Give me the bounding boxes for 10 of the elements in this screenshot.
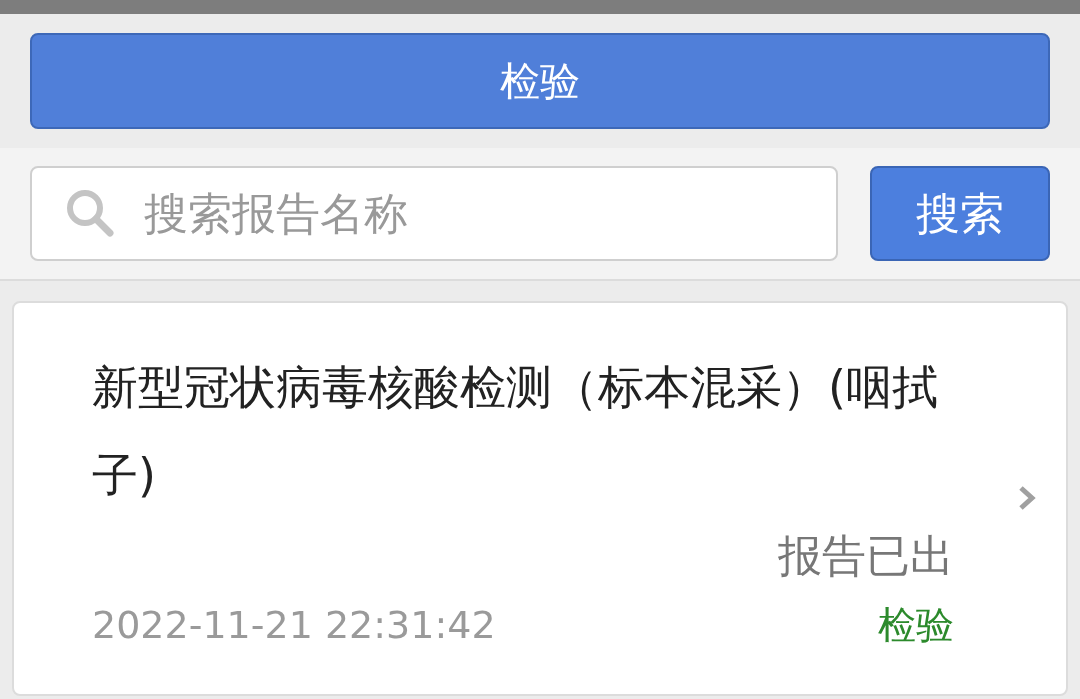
report-card[interactable]: 新型冠状病毒核酸检测（标本混采）(咽拭子) 报告已出 2022-11-21 22:31:42 检验 bbox=[12, 301, 1068, 696]
search-icon bbox=[64, 187, 116, 239]
header-title-bar: 检验 bbox=[30, 33, 1050, 129]
search-button[interactable]: 搜索 bbox=[870, 166, 1050, 261]
report-time: 2022-11-21 22:31:42 bbox=[92, 602, 496, 649]
chevron-right-icon bbox=[1018, 485, 1036, 511]
report-category: 检验 bbox=[878, 602, 954, 649]
search-field[interactable]: 搜索报告名称 bbox=[30, 166, 838, 261]
report-title: 新型冠状病毒核酸检测（标本混采）(咽拭子) bbox=[92, 359, 939, 504]
report-status: 报告已出 bbox=[778, 529, 954, 583]
